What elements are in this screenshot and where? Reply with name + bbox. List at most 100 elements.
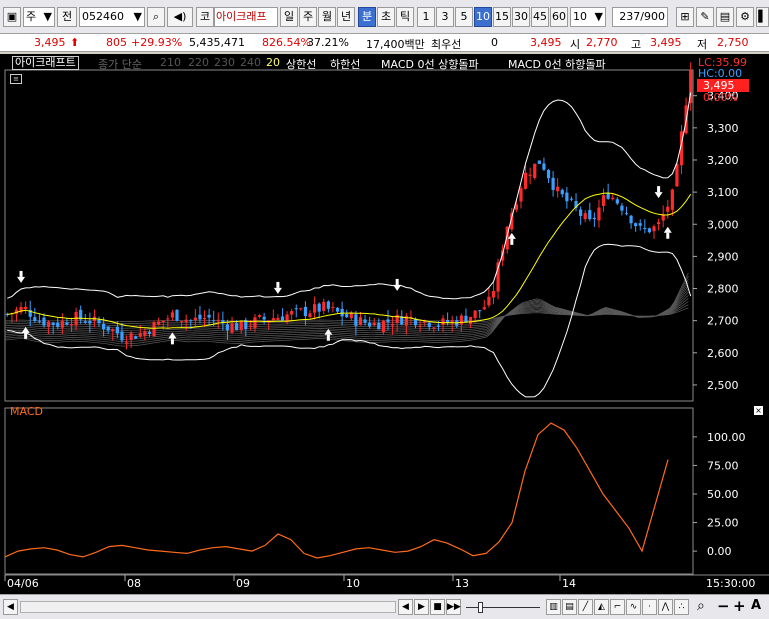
price-tick-label: 2,500 (707, 379, 739, 392)
candle-body (166, 318, 170, 320)
scroll-left-icon[interactable]: ◀ (3, 599, 18, 615)
scrollbar-track[interactable] (20, 601, 396, 613)
open-price: 2,770 (586, 36, 618, 49)
period-day[interactable]: 일 (280, 7, 298, 27)
current-price: 3,495 (34, 36, 66, 49)
interval-15[interactable]: 15 (493, 7, 511, 27)
chart-type-area-icon[interactable]: ◭ (594, 599, 609, 615)
chart-type-dot-icon[interactable]: ∴ (674, 599, 689, 615)
candle-body (97, 319, 101, 324)
prev-icon[interactable]: ◀ (398, 599, 413, 615)
signal-arrow-stem (276, 281, 280, 288)
candle-body (345, 314, 349, 318)
macd-close-icon[interactable]: × (754, 406, 763, 415)
period-tick[interactable]: 틱 (396, 7, 414, 27)
candle-body (335, 307, 340, 312)
chart-type-line-icon[interactable]: ╱ (578, 599, 593, 615)
play-icon[interactable]: ▶ (414, 599, 429, 615)
chevron-down-icon: ▼ (133, 10, 142, 23)
period-minute[interactable]: 분 (358, 7, 376, 27)
signal-down-arrow-icon (393, 284, 402, 291)
market-select[interactable]: 주 ▼ (23, 7, 55, 27)
chart-type-step-icon[interactable]: ⌐ (610, 599, 625, 615)
price-tick-label: 3,100 (707, 186, 739, 199)
code-value: 052460 (82, 10, 124, 23)
candle-body (24, 306, 28, 310)
interval-45[interactable]: 45 (531, 7, 549, 27)
speaker-icon[interactable]: ◀) (167, 7, 193, 27)
bottom-bar: ◀ ◀ ▶ ■ ▶▶ ▥ ▤ ╱ ◭ ⌐ ∿ · ⋀ ∴ ⌕ − + A (0, 594, 769, 619)
stock-name[interactable]: 아이크래프 (214, 7, 278, 27)
price-change-pct: +29.93% (131, 36, 183, 49)
candle-body (670, 189, 674, 210)
candle-body (601, 195, 606, 206)
price-tick-label: 2,600 (707, 347, 739, 360)
auto-icon[interactable]: A (751, 598, 761, 613)
layout-icon[interactable]: ▣ (3, 7, 21, 27)
up-arrow-icon: ⬆ (70, 36, 80, 49)
low-label: 저 (697, 38, 708, 51)
candle-body (386, 319, 390, 323)
chart-tool-icon[interactable]: ✎ (696, 7, 714, 27)
period-year[interactable]: 년 (337, 7, 355, 27)
candle-body (184, 319, 188, 322)
candle-body (51, 322, 55, 325)
last-pct: 0.00% (703, 91, 738, 104)
count-max: /900 (640, 10, 665, 23)
panel-icon[interactable]: ▌ (756, 7, 769, 27)
prev-button[interactable]: 전 (57, 7, 77, 27)
code-input[interactable]: 052460 ▼ (79, 7, 145, 27)
candle-body (46, 321, 51, 327)
period-second[interactable]: 초 (377, 7, 395, 27)
interval-60[interactable]: 60 (550, 7, 568, 27)
chart-svg: 2,500 2,600 2,700 2,800 2,900 3,000 3,100 3,200… (4, 62, 769, 590)
candle-body (519, 188, 523, 202)
interval-3[interactable]: 3 (436, 7, 454, 27)
count-input[interactable]: 237/900 (612, 7, 668, 27)
candle-body (643, 227, 647, 229)
zoom-out-icon[interactable]: ⌕ (697, 598, 705, 614)
chart-area[interactable]: 2,500 2,600 2,700 2,800 2,900 3,000 3,100 3,200… (0, 54, 769, 594)
interval-select[interactable]: 10 ▼ (570, 7, 606, 27)
interval-1[interactable]: 1 (417, 7, 435, 27)
plus-icon[interactable]: + (733, 597, 746, 615)
chart-type-point-icon[interactable]: · (642, 599, 657, 615)
candle-body (473, 310, 477, 319)
grid-icon[interactable]: ⊞ (676, 7, 694, 27)
signal-arrow-stem (19, 270, 23, 277)
next-icon[interactable]: ▶▶ (446, 599, 461, 615)
candle-body (262, 316, 266, 320)
minus-icon[interactable]: − (717, 597, 730, 615)
period-week[interactable]: 주 (299, 7, 317, 27)
candle-body (60, 320, 64, 328)
candle-body (611, 197, 615, 200)
candle-body (143, 331, 147, 336)
slider-icon[interactable] (466, 600, 540, 614)
chart-type-wave-icon[interactable]: ∿ (626, 599, 641, 615)
interval-10[interactable]: 10 (474, 7, 492, 27)
candle-body (349, 313, 353, 319)
interval-30[interactable]: 30 (512, 7, 530, 27)
candle-body (102, 323, 106, 330)
signal-down-arrow-icon (273, 287, 282, 294)
interval-5[interactable]: 5 (455, 7, 473, 27)
candle-body (638, 223, 642, 226)
chart-type-candle-icon[interactable]: ▥ (546, 599, 561, 615)
candle-body (33, 317, 37, 322)
price-bar: 3,495 ⬆ 805 +29.93% 5,435,471 826.54% 37… (0, 34, 769, 52)
chart-type-bar-icon[interactable]: ▤ (562, 599, 577, 615)
candle-body (106, 326, 110, 331)
period-month[interactable]: 월 (318, 7, 336, 27)
stop-icon[interactable]: ■ (430, 599, 445, 615)
candle-body (556, 186, 560, 192)
table-icon[interactable]: ▤ (716, 7, 734, 27)
candle-body (432, 327, 436, 329)
indicator-list-icon[interactable]: ≡ (10, 74, 22, 84)
signal-down-arrow-icon (654, 192, 663, 199)
gear-icon[interactable]: ⚙ (736, 7, 754, 27)
upper-band-line (7, 92, 692, 300)
candle-body (276, 317, 280, 320)
chart-type-mountain-icon[interactable]: ⋀ (658, 599, 673, 615)
volume: 5,435,471 (189, 36, 245, 49)
search-icon[interactable]: ⌕ (147, 7, 165, 27)
